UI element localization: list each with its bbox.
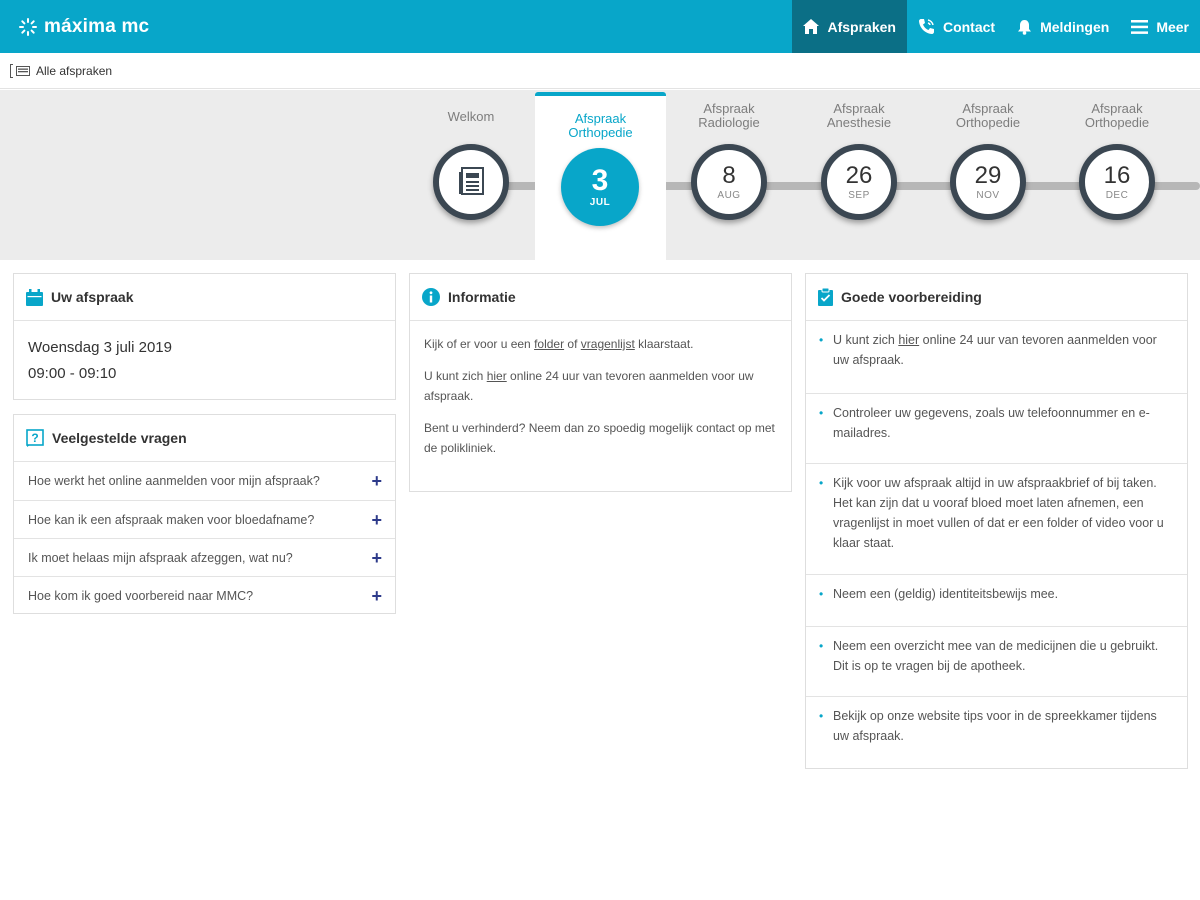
phone-icon bbox=[918, 19, 934, 34]
active-date-circle[interactable]: 3 JUL bbox=[561, 148, 639, 226]
plus-icon[interactable]: + bbox=[371, 587, 382, 605]
calendar-icon bbox=[26, 288, 43, 306]
preparation-card-title: Goede voorbereiding bbox=[841, 289, 982, 305]
info-icon bbox=[422, 288, 440, 306]
nav-afspraken-label: Afspraken bbox=[827, 18, 896, 35]
clipboard-icon bbox=[818, 288, 833, 306]
step-month: AUG bbox=[717, 189, 741, 201]
step-day: 8 bbox=[722, 161, 736, 189]
nav-meer-label: Meer bbox=[1156, 18, 1189, 35]
faq-item[interactable]: Hoe kom ik goed voorbereid naar MMC? + bbox=[14, 576, 395, 614]
nav-afspraken[interactable]: Afspraken bbox=[792, 0, 907, 53]
vragenlijst-link[interactable]: vragenlijst bbox=[581, 337, 635, 351]
preparation-item: • Bekijk op onze website tips voor in de … bbox=[806, 696, 1187, 768]
timeline-step-active[interactable]: Afspraak Orthopedie 3 JUL bbox=[535, 92, 666, 262]
appointment-time: 09:00 - 09:10 bbox=[28, 365, 117, 382]
step-month: DEC bbox=[1105, 189, 1129, 201]
step-day: 29 bbox=[974, 161, 1002, 189]
plus-icon[interactable]: + bbox=[371, 472, 382, 490]
info-paragraph: Bent u verhinderd? Neem dan zo spoedig m… bbox=[424, 421, 775, 455]
active-day: 3 bbox=[591, 163, 609, 197]
preparation-item: • Neem een (geldig) identiteitsbewijs mee… bbox=[806, 574, 1187, 626]
step-month: NOV bbox=[976, 189, 1000, 201]
step-circle[interactable] bbox=[433, 144, 509, 220]
faq-question: Hoe kom ik goed voorbereid naar MMC? bbox=[28, 588, 254, 603]
list-icon bbox=[16, 65, 30, 76]
hier-link[interactable]: hier bbox=[487, 369, 507, 383]
nav-meldingen[interactable]: Meldingen bbox=[1006, 0, 1120, 53]
information-card-title: Informatie bbox=[448, 289, 516, 305]
nav-contact[interactable]: Contact bbox=[907, 0, 1006, 53]
information-card-body: Kijk of er voor u een folder of vragenli… bbox=[410, 321, 791, 483]
information-card-header: Informatie bbox=[410, 274, 791, 321]
plus-icon[interactable]: + bbox=[371, 549, 382, 567]
breadcrumb-bracket bbox=[10, 63, 13, 78]
step-day: 26 bbox=[845, 161, 873, 189]
faq-question: Ik moet helaas mijn afspraak afzeggen, w… bbox=[28, 550, 293, 565]
step-label: Afspraak Orthopedie bbox=[1084, 101, 1150, 130]
step-date-circle[interactable]: 29 NOV bbox=[950, 144, 1026, 220]
appointment-card-title: Uw afspraak bbox=[51, 289, 134, 305]
preparation-item: • U kunt zich hier online 24 uur van tevo… bbox=[819, 333, 1157, 367]
home-icon bbox=[803, 19, 820, 34]
appointment-date: Woensdag 3 juli 2019 bbox=[28, 339, 172, 356]
appointment-card-header: Uw afspraak bbox=[14, 274, 395, 321]
faq-card: ? Veelgestelde vragen Hoe werkt het onli… bbox=[13, 414, 396, 614]
top-navigation-bar: máxima mc Afspraken Contact Meldingen Me… bbox=[0, 0, 1200, 53]
document-icon bbox=[459, 167, 484, 195]
faq-item[interactable]: Hoe kan ik een afspraak maken voor bloed… bbox=[14, 500, 395, 538]
svg-text:?: ? bbox=[31, 431, 38, 445]
plus-icon[interactable]: + bbox=[371, 511, 382, 529]
preparation-list: • U kunt zich hier online 24 uur van tevo… bbox=[806, 321, 1187, 768]
information-card: Informatie Kijk of er voor u een folder … bbox=[409, 273, 792, 492]
breadcrumb-all-appointments[interactable]: Alle afspraken bbox=[36, 64, 112, 78]
preparation-item: • Neem een overzicht mee van de medicijne… bbox=[806, 626, 1187, 696]
nav-meldingen-label: Meldingen bbox=[1040, 18, 1110, 35]
question-icon: ? bbox=[26, 429, 44, 447]
logo-mark-icon bbox=[19, 17, 37, 36]
appointment-card-body: Woensdag 3 juli 2019 09:00 - 09:10 bbox=[14, 321, 395, 401]
step-label: Afspraak Anesthesie bbox=[826, 101, 892, 130]
faq-question: Hoe kan ik een afspraak maken voor bloed… bbox=[28, 512, 315, 527]
preparation-card: Goede voorbereiding • U kunt zich hier on… bbox=[805, 273, 1188, 769]
menu-icon bbox=[1131, 19, 1149, 34]
step-date-circle[interactable]: 26 SEP bbox=[821, 144, 897, 220]
nav-meer[interactable]: Meer bbox=[1120, 0, 1200, 53]
info-paragraph: U kunt zich hier online 24 uur van tevor… bbox=[424, 369, 754, 403]
faq-item[interactable]: Hoe werkt het online aanmelden voor mijn… bbox=[14, 462, 395, 500]
step-date-circle[interactable]: 8 AUG bbox=[691, 144, 767, 220]
breadcrumb: Alle afspraken bbox=[0, 53, 1200, 89]
hier-link[interactable]: hier bbox=[898, 333, 919, 347]
info-paragraph: Kijk of er voor u een folder of vragenli… bbox=[424, 337, 694, 351]
step-label: Afspraak Radiologie bbox=[698, 101, 760, 130]
preparation-card-header: Goede voorbereiding bbox=[806, 274, 1187, 321]
step-day: 16 bbox=[1103, 161, 1131, 189]
preparation-item: • Controleer uw gegevens, zoals uw telefo… bbox=[806, 393, 1187, 463]
nav-contact-label: Contact bbox=[942, 18, 996, 35]
faq-list: Hoe werkt het online aanmelden voor mijn… bbox=[14, 462, 395, 614]
logo-text: máxima mc bbox=[44, 15, 150, 37]
maxima-mc-logo[interactable]: máxima mc bbox=[18, 16, 149, 38]
bell-icon bbox=[1018, 19, 1032, 35]
preparation-item: • Kijk voor uw afspraak altijd in uw afsp… bbox=[806, 463, 1187, 574]
faq-card-header: ? Veelgestelde vragen bbox=[14, 415, 395, 462]
faq-item[interactable]: Ik moet helaas mijn afspraak afzeggen, w… bbox=[14, 538, 395, 576]
active-step-label: Afspraak Orthopedie bbox=[568, 111, 633, 140]
step-label: Afspraak Orthopedie bbox=[955, 101, 1021, 130]
appointment-card: Uw afspraak Woensdag 3 juli 2019 09:00 -… bbox=[13, 273, 396, 400]
main-nav: Afspraken Contact Meldingen Meer bbox=[792, 0, 1200, 53]
faq-question: Hoe werkt het online aanmelden voor mijn… bbox=[28, 474, 320, 488]
step-date-circle[interactable]: 16 DEC bbox=[1079, 144, 1155, 220]
active-month: JUL bbox=[589, 196, 611, 208]
step-label: Welkom bbox=[447, 109, 495, 124]
step-month: SEP bbox=[848, 189, 870, 201]
faq-card-title: Veelgestelde vragen bbox=[52, 430, 187, 446]
folder-link[interactable]: folder bbox=[534, 337, 564, 351]
